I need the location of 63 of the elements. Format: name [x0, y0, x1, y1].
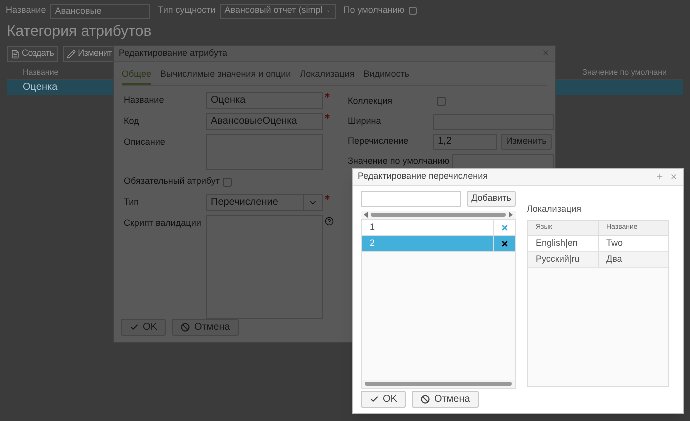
- filter-select[interactable]: Авансовый отчет (simpl: [220, 4, 336, 18]
- help-icon[interactable]: [325, 217, 334, 226]
- field-label: Код: [124, 115, 140, 128]
- type-select[interactable]: Перечисление: [206, 194, 323, 211]
- tab[interactable]: Видимость: [364, 68, 410, 85]
- table-cell-text: English|en: [535, 236, 579, 250]
- tab[interactable]: Общее: [122, 68, 152, 85]
- column-header: Значение по умолчани: [582, 66, 667, 78]
- text-field[interactable]: [452, 154, 554, 170]
- filter-label: По умолчанию: [344, 4, 405, 18]
- column-header: Название: [23, 66, 59, 78]
- checkbox[interactable]: [437, 97, 446, 106]
- horizontal-scrollbar[interactable]: [361, 211, 516, 219]
- field-label: Значение по умолчанию: [348, 154, 451, 168]
- change-button[interactable]: Изменить: [501, 134, 552, 150]
- field-label: Обязательный атрибут: [124, 175, 220, 188]
- tab[interactable]: Локализация: [300, 68, 355, 85]
- create-button[interactable]: Создать: [7, 46, 58, 62]
- edit-button[interactable]: Изменит: [63, 46, 116, 62]
- filter-label: Название: [6, 4, 46, 18]
- add-button[interactable]: Добавить: [467, 191, 516, 207]
- ok-button[interactable]: OK: [121, 319, 166, 336]
- field-label: Ширина: [348, 114, 382, 128]
- list-item[interactable]: 1: [362, 220, 515, 236]
- text-field[interactable]: АвансовыеОценка: [206, 113, 323, 130]
- horizontal-scrollbar[interactable]: [362, 380, 515, 388]
- close-icon[interactable]: [670, 173, 678, 181]
- table-cell: Two: [598, 236, 668, 250]
- pencil-icon: [67, 50, 76, 58]
- list-item[interactable]: 2: [362, 236, 515, 252]
- field-label: Название: [124, 94, 166, 107]
- text-field[interactable]: [433, 114, 554, 130]
- delete-icon[interactable]: [500, 240, 508, 248]
- close-icon[interactable]: [542, 49, 550, 58]
- check-icon: [130, 323, 139, 332]
- maximize-icon[interactable]: [656, 173, 664, 181]
- table-cell-text: Русский|ru: [535, 252, 581, 266]
- field-label: Описание: [124, 136, 166, 149]
- filter-checkbox[interactable]: [408, 7, 417, 15]
- dialog-title: Редактирование атрибута: [119, 46, 228, 60]
- cancel-icon: [421, 395, 430, 404]
- tab[interactable]: Вычислимые значения и опции: [160, 68, 292, 85]
- section-title: Локализация: [527, 203, 583, 216]
- checkbox[interactable]: [222, 178, 232, 186]
- cancel-button[interactable]: Отмена: [172, 319, 240, 336]
- filter-field[interactable]: Авансовые: [50, 4, 150, 18]
- field-label: Тип: [124, 196, 140, 209]
- cancel-icon: [181, 323, 190, 332]
- ok-button[interactable]: OK: [361, 391, 406, 408]
- page-title: Категория атрибутов: [6, 22, 153, 42]
- field-label: Перечисление: [348, 134, 410, 148]
- value-input[interactable]: [361, 191, 461, 207]
- filter-label: Тип сущности: [158, 4, 216, 18]
- text-field[interactable]: 1,2: [433, 134, 497, 150]
- table-cell: Два: [598, 252, 668, 266]
- field-label: Коллекция: [348, 94, 394, 108]
- cancel-button[interactable]: Отмена: [412, 391, 480, 408]
- check-icon: [370, 395, 379, 404]
- table-cell-text: Оценка: [23, 81, 58, 95]
- dialog-title: Редактирование перечисления: [358, 170, 488, 184]
- text-field[interactable]: Оценка: [206, 92, 323, 109]
- field-label: Скрипт валидации: [124, 217, 202, 230]
- document-icon: [11, 50, 20, 58]
